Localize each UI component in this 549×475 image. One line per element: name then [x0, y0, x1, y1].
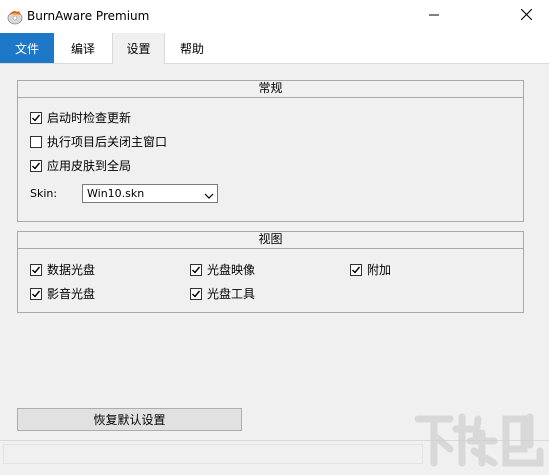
checkbox-checked-icon	[30, 287, 42, 300]
watermark-logo	[410, 405, 549, 472]
extra-label: 附加	[367, 263, 392, 277]
restore-defaults-button[interactable]: 恢复默认设置	[17, 408, 242, 431]
checkbox-checked-icon	[190, 263, 202, 276]
checkbox-checked-icon	[30, 263, 42, 276]
disc-image-label: 光盘映像	[207, 263, 256, 277]
tab-compile[interactable]: 编译	[54, 33, 112, 63]
check-updates-checkbox[interactable]: 启动时检查更新	[30, 109, 131, 126]
view-group-title: 视图	[18, 232, 523, 249]
checkbox-unchecked-icon	[30, 135, 42, 148]
tab-help[interactable]: 帮助	[165, 33, 219, 63]
general-settings-group: 常规 启动时检查更新 执行项目后关闭主窗口 应用皮肤到全局 Skin: Win1…	[17, 80, 524, 222]
checkbox-checked-icon	[350, 263, 362, 276]
check-updates-label: 启动时检查更新	[47, 111, 132, 125]
disc-tools-label: 光盘工具	[207, 287, 256, 301]
minimize-button[interactable]	[411, 0, 457, 32]
skin-label: Skin:	[30, 187, 58, 200]
apply-skin-global-checkbox[interactable]: 应用皮肤到全局	[30, 157, 131, 174]
minimize-icon	[429, 9, 439, 23]
checkbox-checked-icon	[190, 287, 202, 300]
skin-select[interactable]: Win10.skn	[82, 184, 218, 203]
tab-file[interactable]: 文件	[0, 33, 54, 63]
data-disc-label: 数据光盘	[47, 263, 96, 277]
close-main-window-checkbox[interactable]: 执行项目后关闭主窗口	[30, 133, 167, 150]
close-icon	[520, 8, 532, 23]
close-button[interactable]	[503, 0, 549, 32]
tab-settings[interactable]: 设置	[112, 33, 165, 64]
status-panel	[3, 444, 423, 464]
view-settings-group: 视图 数据光盘 光盘映像 附加 影音光盘 光盘工具	[17, 231, 524, 313]
data-disc-checkbox[interactable]: 数据光盘	[30, 261, 95, 278]
chevron-down-icon	[204, 189, 214, 203]
checkbox-checked-icon	[30, 111, 42, 124]
close-main-window-label: 执行项目后关闭主窗口	[47, 135, 168, 149]
disc-image-checkbox[interactable]: 光盘映像	[190, 261, 255, 278]
multimedia-disc-checkbox[interactable]: 影音光盘	[30, 285, 95, 302]
skin-select-value: Win10.skn	[87, 187, 145, 200]
ribbon-tab-bar: 文件 编译 设置 帮助	[0, 33, 549, 64]
checkbox-checked-icon	[30, 159, 42, 172]
general-group-title: 常规	[18, 81, 523, 98]
apply-skin-global-label: 应用皮肤到全局	[47, 159, 132, 173]
window-title: BurnAware Premium	[27, 9, 150, 23]
multimedia-disc-label: 影音光盘	[47, 287, 96, 301]
extra-checkbox[interactable]: 附加	[350, 261, 391, 278]
burnaware-flame-icon	[7, 9, 23, 25]
disc-tools-checkbox[interactable]: 光盘工具	[190, 285, 255, 302]
title-bar: BurnAware Premium	[0, 0, 549, 33]
